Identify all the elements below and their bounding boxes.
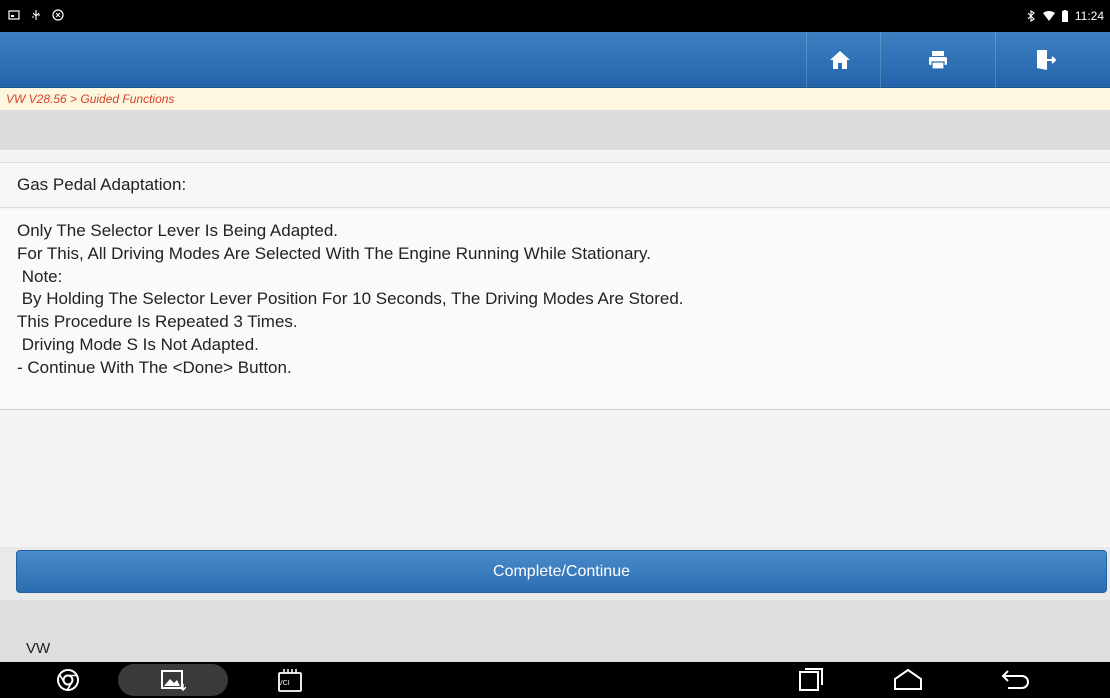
breadcrumb: VW V28.56 > Guided Functions xyxy=(0,88,1110,110)
home-button[interactable] xyxy=(820,40,860,80)
recent-apps-icon xyxy=(799,668,823,691)
gallery-icon xyxy=(161,670,186,691)
exit-icon xyxy=(1037,50,1057,70)
recent-apps-button[interactable] xyxy=(790,665,830,695)
battery-icon xyxy=(1061,10,1068,22)
complete-continue-button[interactable]: Complete/Continue xyxy=(16,550,1107,593)
message-line: This Procedure Is Repeated 3 Times. xyxy=(17,312,298,332)
back-button[interactable] xyxy=(996,665,1036,695)
instruction-message: Only The Selector Lever Is Being Adapted… xyxy=(0,210,1110,410)
app-toolbar xyxy=(0,32,1110,88)
header-spacer xyxy=(0,110,1110,150)
toolbar-divider xyxy=(880,32,881,88)
print-button[interactable] xyxy=(918,40,958,80)
gallery-button[interactable] xyxy=(155,665,191,695)
chrome-icon xyxy=(57,669,79,691)
home-nav-icon xyxy=(894,668,922,690)
action-bar: Complete/Continue xyxy=(0,547,1110,600)
exit-button[interactable] xyxy=(1025,40,1065,80)
usb-icon xyxy=(32,10,40,20)
home-nav-button[interactable] xyxy=(888,665,928,695)
vci-button[interactable]: VCI xyxy=(272,665,308,695)
message-line: Only The Selector Lever Is Being Adapted… xyxy=(17,221,338,240)
home-icon xyxy=(830,51,850,69)
message-line: - Continue With The <Done> Button. xyxy=(17,357,292,377)
toolbar-divider xyxy=(806,32,807,88)
toolbar-divider xyxy=(995,32,996,88)
back-icon xyxy=(1001,670,1029,689)
section-title: Gas Pedal Adaptation: xyxy=(0,162,1110,208)
bluetooth-icon xyxy=(1027,10,1035,22)
chrome-button[interactable] xyxy=(50,665,86,695)
vci-label: VCI xyxy=(278,680,290,687)
content-panel: Gas Pedal Adaptation: Only The Selector … xyxy=(0,150,1110,547)
message-line: For This, All Driving Modes Are Selected… xyxy=(17,243,652,263)
footer: VW xyxy=(0,600,1110,662)
message-line: By Holding The Selector Lever Position F… xyxy=(17,289,684,309)
print-icon xyxy=(929,51,947,70)
footer-label: VW xyxy=(26,640,51,657)
navigation-bar: VCI xyxy=(0,662,1110,698)
screenshot-icon xyxy=(8,10,20,20)
wifi-icon xyxy=(1042,11,1055,21)
status-right-icons: 11:24 xyxy=(1025,9,1104,23)
cast-icon xyxy=(52,9,64,21)
message-line: Note: xyxy=(17,266,63,286)
status-time: 11:24 xyxy=(1074,9,1104,23)
status-bar: 11:24 xyxy=(0,0,1110,32)
status-left-icons xyxy=(8,9,64,21)
message-line: Driving Mode S Is Not Adapted. xyxy=(17,334,259,354)
